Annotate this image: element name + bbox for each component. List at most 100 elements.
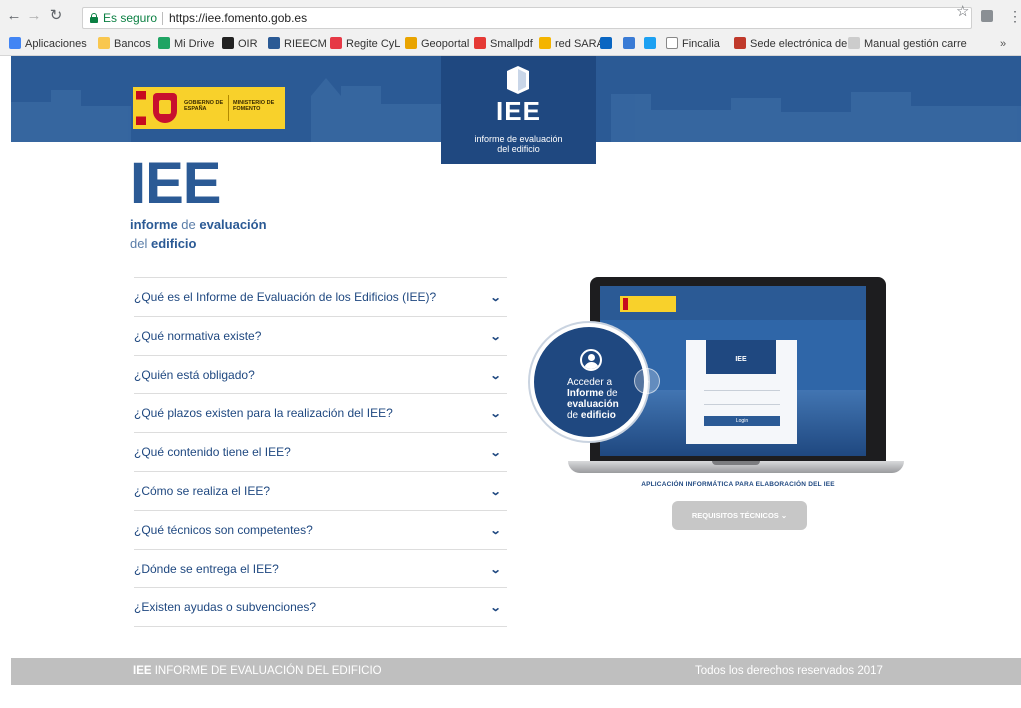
login-button: Login [704, 416, 780, 426]
bookmark-item[interactable]: Fincalia [666, 36, 720, 52]
faq-item[interactable]: ¿Qué plazos existen para la realización … [134, 394, 507, 434]
bookmarks-overflow-icon[interactable]: » [1000, 36, 1006, 52]
logo-word-de: de [177, 217, 200, 232]
bookmark-item[interactable]: RIEECM [268, 36, 327, 52]
access-word-de: de [603, 388, 618, 399]
back-arrow-icon[interactable]: ← [6, 8, 22, 24]
requirements-label: REQUISITOS TÉCNICOS [691, 511, 779, 520]
chevron-down-icon[interactable]: ⌄ [490, 446, 502, 459]
faq-item[interactable]: ¿Qué normativa existe? ⌄ [134, 317, 507, 356]
chevron-down-icon[interactable]: ⌄ [490, 407, 502, 420]
logo-word-informe: informe [130, 217, 178, 232]
oir-icon [222, 37, 234, 49]
chevron-down-icon[interactable]: ⌄ [490, 369, 502, 382]
bookmark-label: RIEECM [284, 38, 327, 50]
chevron-down-icon[interactable]: ⌄ [490, 291, 502, 304]
bookmark-item[interactable]: Mi Drive [158, 36, 214, 52]
iee-header-badge[interactable]: IEE informe de evaluación del edificio [441, 56, 596, 164]
sara-icon [539, 37, 551, 49]
footer: IEE INFORME DE EVALUACIÓN DEL EDIFICIO T… [11, 658, 1021, 685]
bookmark-item[interactable]: OIR [222, 36, 258, 52]
bookmark-item[interactable]: Regite CyL [330, 36, 400, 52]
reload-icon[interactable]: ↻ [48, 8, 64, 24]
login-panel: IEE Login [686, 340, 797, 444]
bookmark-label: Fincalia [682, 38, 720, 50]
logo-line2: del edificio [130, 236, 196, 251]
bookmark-item[interactable] [600, 36, 616, 52]
footer-title: IEE INFORME DE EVALUACIÓN DEL EDIFICIO [133, 665, 382, 677]
url-text[interactable]: https://iee.fomento.gob.es [169, 11, 307, 25]
faq-item[interactable]: ¿Quién está obligado? ⌄ [134, 356, 507, 395]
gobierno-espana-logo[interactable]: GOBIERNO DE ESPAÑA MINISTERIO DE FOMENTO [133, 87, 285, 129]
bookmark-label: Aplicaciones [25, 38, 87, 50]
faq-question: ¿Qué normativa existe? [134, 328, 262, 343]
bookmark-item[interactable]: Manual gestión carre [848, 36, 967, 52]
bookmark-label: Geoportal [421, 38, 470, 50]
logo-title: IEE [130, 151, 221, 216]
badge-subtitle-line2: del edificio [497, 144, 540, 154]
copyright-text: Todos los derechos reservados 2017 [695, 665, 883, 677]
faq-item[interactable]: ¿Existen ayudas o subvenciones? ⌄ [134, 588, 507, 628]
faq-item[interactable]: ¿Qué es el Informe de Evaluación de los … [134, 278, 507, 317]
chevron-down-icon[interactable]: ⌄ [490, 330, 502, 343]
login-title: IEE [706, 340, 776, 374]
bookmark-label: Smallpdf [490, 38, 533, 50]
linkedin-icon [600, 37, 612, 49]
bookmark-item[interactable] [644, 36, 660, 52]
toolbar: ← → ↻ Es seguro https://iee.fomento.gob.… [0, 0, 1021, 32]
access-app-button[interactable]: Acceder a Informe de evaluación de edifi… [530, 323, 648, 441]
twitter-icon [644, 37, 656, 49]
faq-accordion: ¿Qué es el Informe de Evaluación de los … [134, 277, 507, 628]
browser-menu-icon[interactable]: ⋮ [1008, 8, 1021, 24]
logo-word-del: del [130, 236, 151, 251]
chevron-down-icon[interactable]: ⌄ [490, 485, 502, 498]
address-bar[interactable]: Es seguro https://iee.fomento.gob.es [82, 7, 972, 29]
access-word-evaluacion: evaluación [567, 399, 619, 410]
access-line3: evaluación [567, 399, 647, 410]
logo-line1: informe de evaluación [130, 217, 267, 232]
bookmark-item[interactable]: Geoportal [405, 36, 469, 52]
folder-icon [98, 37, 110, 49]
technical-requirements-button[interactable]: REQUISITOS TÉCNICOS ⌄ [672, 501, 807, 530]
regite-icon [330, 37, 342, 49]
badge-subtitle-line1: informe de evaluación [474, 134, 563, 144]
faq-item[interactable]: ¿Dónde se entrega el IEE? ⌄ [134, 550, 507, 589]
bookmark-icon [623, 37, 635, 49]
extension-icon[interactable] [981, 10, 993, 22]
faq-item[interactable]: ¿Cómo se realiza el IEE? ⌄ [134, 472, 507, 511]
bookmark-star-icon[interactable]: ☆ [956, 4, 969, 20]
forward-arrow-icon[interactable]: → [26, 8, 42, 24]
bookmark-label: Sede electrónica de C [750, 38, 859, 50]
bookmark-item[interactable]: Smallpdf [474, 36, 533, 52]
ministerio-label: MINISTERIO DE FOMENTO [233, 100, 275, 112]
chevron-down-icon[interactable]: ⌄ [490, 563, 502, 576]
bookmark-item[interactable]: Bancos [98, 36, 151, 52]
password-field [704, 396, 780, 405]
faq-item[interactable]: ¿Qué contenido tiene el IEE? ⌄ [134, 433, 507, 472]
chevron-down-icon: ⌄ [778, 511, 788, 520]
chevron-down-icon[interactable]: ⌄ [490, 601, 502, 614]
bookmark-item[interactable] [623, 36, 639, 52]
faq-question: ¿Qué plazos existen para la realización … [134, 406, 393, 421]
bookmark-item[interactable]: Aplicaciones [9, 36, 87, 52]
bookmark-item[interactable]: Sede electrónica de C [734, 36, 858, 52]
browser-window: ← → ↻ Es seguro https://iee.fomento.gob.… [0, 0, 1021, 708]
user-icon [580, 349, 602, 371]
faq-question: ¿Qué es el Informe de Evaluación de los … [134, 290, 437, 304]
access-line2: Informe de [567, 388, 647, 399]
screen-gob-logo [620, 296, 676, 312]
badge-title: IEE [496, 96, 541, 126]
footer-title-bold: IEE [133, 665, 152, 677]
sede-icon [734, 37, 746, 49]
building-icon [507, 66, 529, 94]
bookmark-label: Manual gestión carre [864, 38, 967, 50]
faq-question: ¿Dónde se entrega el IEE? [134, 561, 279, 576]
gobierno-label: GOBIERNO DE ESPAÑA [184, 100, 224, 112]
access-word-edificio: edificio [580, 410, 616, 421]
chevron-right-icon[interactable]: › [634, 368, 660, 394]
house-icon [268, 37, 280, 49]
faq-item[interactable]: ¿Qué técnicos son competentes? ⌄ [134, 511, 507, 550]
loading-icon [848, 37, 860, 49]
bookmark-item[interactable]: red SARA [539, 36, 604, 52]
chevron-down-icon[interactable]: ⌄ [490, 524, 502, 537]
